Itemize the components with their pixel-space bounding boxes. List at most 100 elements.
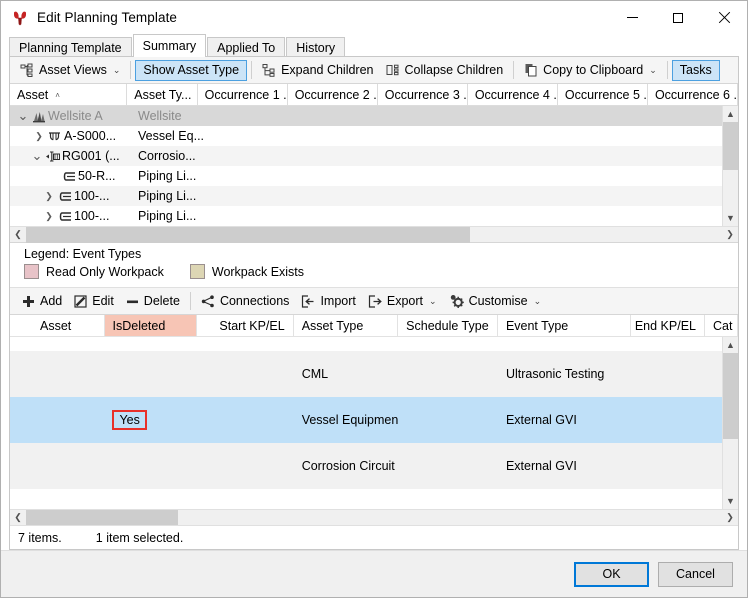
tree-row[interactable]: ❯ A-S000... Vessel Eq... xyxy=(10,126,738,146)
grid-vertical-scrollbar[interactable]: ▲ ▼ xyxy=(722,337,738,509)
tree-vscroll-track[interactable] xyxy=(722,122,738,210)
tree-col-occurrence-5[interactable]: Occurrence 5 ... xyxy=(558,84,648,105)
grid-hscroll-track[interactable] xyxy=(26,509,722,525)
show-asset-type-toggle[interactable]: Show Asset Type xyxy=(135,59,248,81)
chevron-right-icon[interactable]: ❯ xyxy=(32,131,46,142)
chevron-right-icon[interactable]: ❯ xyxy=(42,191,56,202)
tree-hscroll-track[interactable] xyxy=(26,226,722,243)
minimize-button[interactable] xyxy=(609,1,655,34)
tree-col-label: Occurrence 2 ... xyxy=(294,88,378,102)
import-label: Import xyxy=(320,294,356,308)
grid-horizontal-scrollbar[interactable]: ❮ ❯ xyxy=(10,509,738,525)
tree-row[interactable]: ⌄ RG001 (... Corrosio... xyxy=(10,146,738,166)
tree-col-occurrence-3[interactable]: Occurrence 3 ... xyxy=(378,84,468,105)
export-label: Export xyxy=(386,294,424,308)
share-icon xyxy=(201,294,215,308)
scroll-right-icon[interactable]: ❯ xyxy=(722,510,738,526)
tree-col-occurrence-4[interactable]: Occurrence 4 ... xyxy=(468,84,558,105)
table-row[interactable]: CML Ultrasonic Testing xyxy=(10,351,738,397)
edit-button[interactable]: Edit xyxy=(68,291,120,312)
grid-col-start-kp-el[interactable]: Start KP/EL xyxy=(197,315,294,336)
tree-row[interactable]: ❯ 100-... Piping Li... xyxy=(10,206,738,226)
cell-start-kp-el xyxy=(197,443,294,489)
selection-label: 1 item selected. xyxy=(95,530,184,545)
tree-col-occurrence-6[interactable]: Occurrence 6 . xyxy=(648,84,738,105)
tasks-toggle[interactable]: Tasks xyxy=(671,59,720,81)
scroll-down-icon[interactable]: ▼ xyxy=(722,210,738,226)
chevron-down-icon: ⌄ xyxy=(649,64,657,75)
tab-applied-to[interactable]: Applied To xyxy=(207,37,286,58)
collapse-children-button[interactable]: Collapse Children xyxy=(380,60,510,81)
minimize-icon xyxy=(626,17,638,18)
grid-col-asset-type[interactable]: Asset Type xyxy=(294,315,399,336)
grid-col-cat[interactable]: Cat xyxy=(705,315,738,336)
table-row[interactable]: Corrosion Circuit External GVI xyxy=(10,443,738,489)
tab-label: History xyxy=(296,41,336,55)
summary-panel: Asset Views ⌄ Show Asset Type Expand Chi… xyxy=(9,56,739,550)
cell-asset-type: CML xyxy=(301,367,329,381)
cancel-button[interactable]: Cancel xyxy=(658,561,733,587)
tree-col-occurrence-2[interactable]: Occurrence 2 ... xyxy=(288,84,378,105)
tree-col-asset[interactable]: Asset ˄ xyxy=(10,84,128,105)
close-button[interactable] xyxy=(701,1,747,34)
grid-body[interactable]: CML Ultrasonic Testing Yes Vessel Equipm… xyxy=(10,337,738,509)
add-button[interactable]: Add xyxy=(16,291,68,312)
tree-row[interactable]: ❯ 100-... Piping Li... xyxy=(10,186,738,206)
connections-button[interactable]: Connections xyxy=(195,291,296,312)
tab-history[interactable]: History xyxy=(286,37,346,58)
grid-vscroll-thumb[interactable] xyxy=(722,353,738,439)
grid-col-isdeleted[interactable]: IsDeleted xyxy=(104,315,197,336)
chevron-down-icon: ⌄ xyxy=(533,295,542,306)
grid-col-schedule-type[interactable]: Schedule Type xyxy=(398,315,498,336)
export-button[interactable]: Export ⌄ xyxy=(362,291,443,312)
scroll-left-icon[interactable]: ❮ xyxy=(10,227,26,243)
asset-tree-body[interactable]: ⌄ Wellsite A Wellsite ❯ A-S000... Vessel… xyxy=(10,106,738,226)
cell-end-kp-el xyxy=(631,351,705,397)
copy-to-clipboard-button[interactable]: Copy to Clipboard ⌄ xyxy=(518,60,663,81)
grid-col-event-type[interactable]: Event Type xyxy=(498,315,631,336)
chevron-down-icon[interactable]: ⌄ xyxy=(30,149,44,162)
legend-swatch xyxy=(24,264,39,279)
scroll-up-icon[interactable]: ▲ xyxy=(722,106,738,122)
chevron-down-icon[interactable]: ⌄ xyxy=(16,109,30,122)
tab-summary[interactable]: Summary xyxy=(132,34,207,57)
ok-button[interactable]: OK xyxy=(574,561,649,587)
tab-planning-template[interactable]: Planning Template xyxy=(9,37,132,58)
scroll-right-icon[interactable]: ❯ xyxy=(722,227,738,243)
table-row[interactable]: Yes Vessel Equipment External GVI xyxy=(10,397,738,443)
grid-hscroll-thumb[interactable] xyxy=(26,509,178,525)
tree-asset-name: 50-R... xyxy=(78,169,116,183)
chevron-right-icon[interactable]: ❯ xyxy=(42,211,56,222)
pencil-icon xyxy=(74,294,87,308)
tree-row[interactable]: 50-R... Piping Li... xyxy=(10,166,738,186)
grid-col-end-kp-el[interactable]: End KP/EL xyxy=(631,315,705,336)
asset-views-button[interactable]: Asset Views ⌄ xyxy=(14,60,126,81)
cell-end-kp-el xyxy=(631,443,705,489)
expand-children-button[interactable]: Expand Children xyxy=(256,60,379,81)
tree-vscroll-thumb[interactable] xyxy=(722,122,738,170)
grid-vscroll-track[interactable] xyxy=(722,353,738,493)
grid-col-asset[interactable]: Asset xyxy=(32,315,105,336)
tree-horizontal-scrollbar[interactable]: ❮ ❯ xyxy=(10,226,738,243)
scroll-up-icon[interactable]: ▲ xyxy=(722,337,738,353)
scroll-down-icon[interactable]: ▼ xyxy=(722,493,738,509)
maximize-button[interactable] xyxy=(655,1,701,34)
tree-cell-asset-type: Vessel Eq... xyxy=(138,129,205,143)
tree-col-occurrence-1[interactable]: Occurrence 1 ... xyxy=(198,84,288,105)
tree-vertical-scrollbar[interactable]: ▲ ▼ xyxy=(722,106,738,226)
copy-to-clipboard-label: Copy to Clipboard xyxy=(543,63,644,77)
customise-button[interactable]: Customise ⌄ xyxy=(443,291,548,312)
grid-col-label: Asset xyxy=(40,319,72,333)
tree-row[interactable]: ⌄ Wellsite A Wellsite xyxy=(10,106,738,126)
tree-hscroll-thumb[interactable] xyxy=(26,226,470,243)
status-bar: 7 items. 1 item selected. xyxy=(10,525,738,549)
tree-col-asset-type[interactable]: Asset Ty... xyxy=(127,84,198,105)
legend-label: Read Only Workpack xyxy=(46,264,164,279)
legend-item-read-only-workpack: Read Only Workpack xyxy=(24,264,164,279)
add-label: Add xyxy=(40,294,63,308)
scroll-left-icon[interactable]: ❮ xyxy=(10,510,26,526)
tree-cell-asset-type: Wellsite xyxy=(138,109,182,123)
import-button[interactable]: Import xyxy=(295,291,361,312)
tree-asset-name: 100-... xyxy=(74,189,110,203)
delete-button[interactable]: Delete xyxy=(120,291,186,312)
